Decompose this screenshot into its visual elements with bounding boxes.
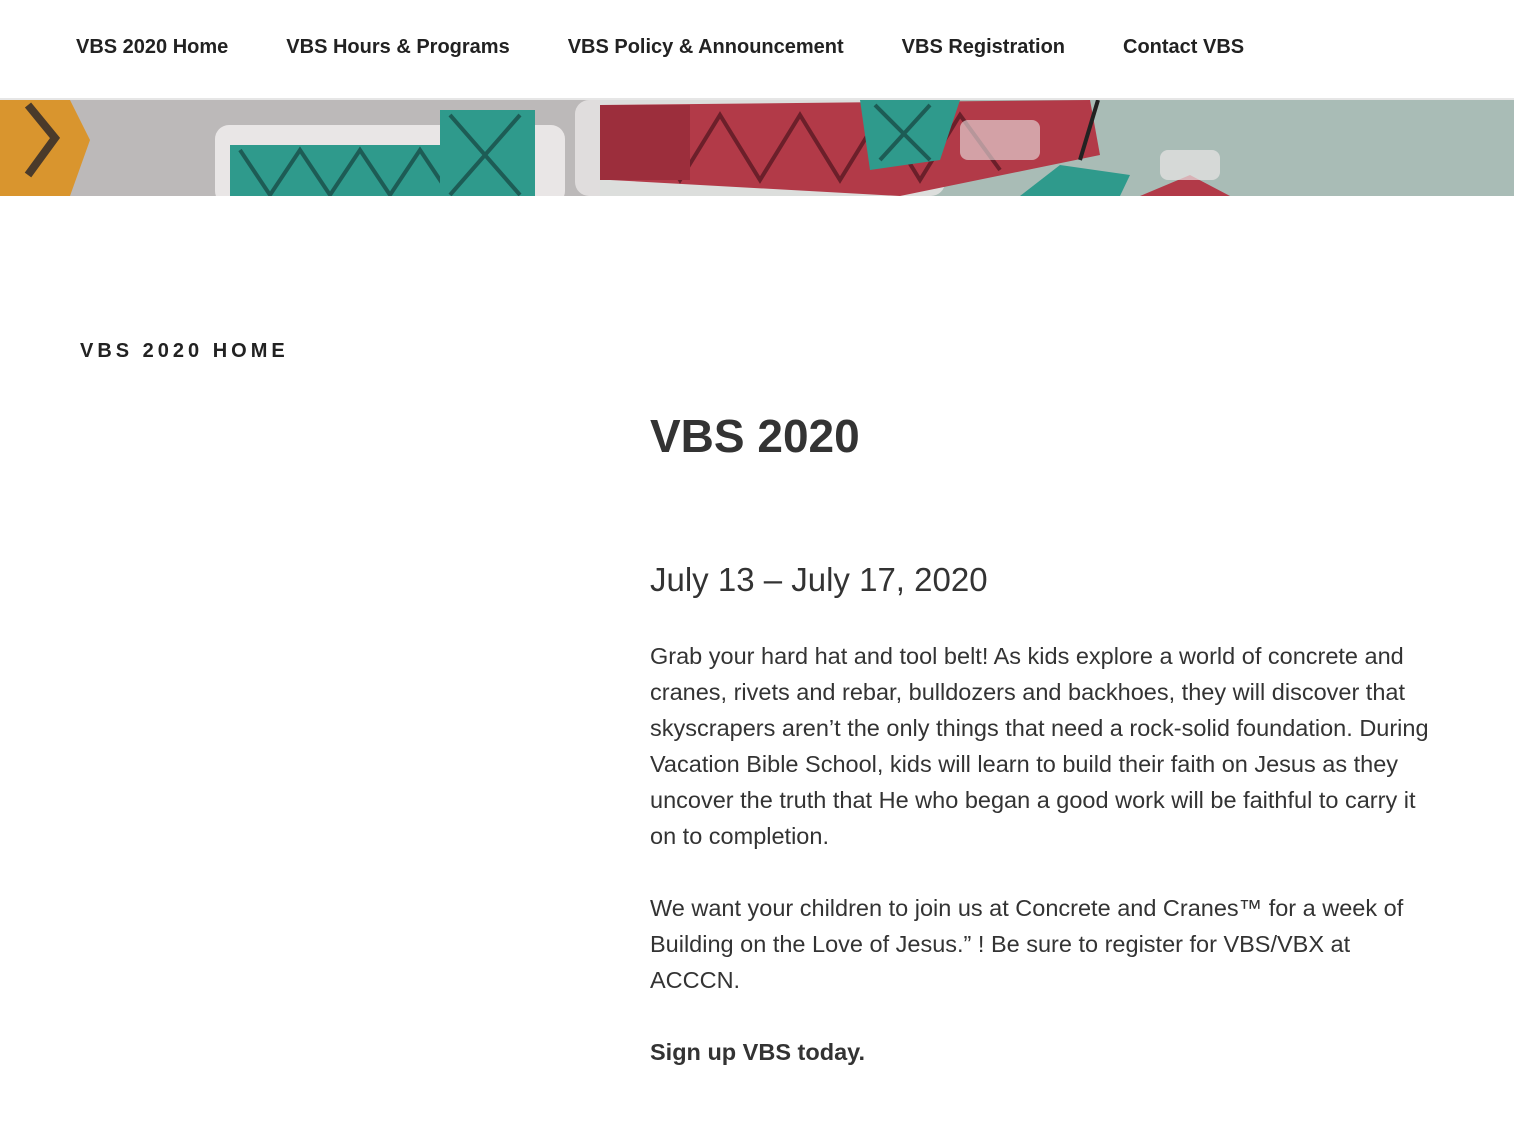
top-navigation: VBS 2020 Home VBS Hours & Programs VBS P… (0, 0, 1514, 100)
page-title: VBS 2020 (650, 410, 860, 462)
invitation-paragraph: We want your children to join us at Conc… (650, 895, 1404, 993)
nav-item-policy-announcement[interactable]: VBS Policy & Announcement (568, 36, 844, 59)
nav-item-contact[interactable]: Contact VBS (1123, 36, 1244, 59)
nav-item-hours-programs[interactable]: VBS Hours & Programs (286, 36, 509, 59)
header-banner-image (0, 100, 1514, 196)
construction-cranes-image (0, 100, 1514, 196)
nav-menu: VBS 2020 Home VBS Hours & Programs VBS P… (76, 36, 1302, 59)
event-dates: July 13 – July 17, 2020 (650, 561, 988, 598)
main-content: VBS 2020 July 13 – July 17, 2020 Grab yo… (650, 400, 1440, 1070)
nav-item-registration[interactable]: VBS Registration (902, 36, 1065, 59)
signup-text: Sign up VBS today. (650, 1039, 865, 1065)
section-label: VBS 2020 HOME (80, 340, 289, 362)
nav-item-home[interactable]: VBS 2020 Home (76, 36, 228, 59)
description-paragraph: Grab your hard hat and tool belt! As kid… (650, 643, 1429, 849)
